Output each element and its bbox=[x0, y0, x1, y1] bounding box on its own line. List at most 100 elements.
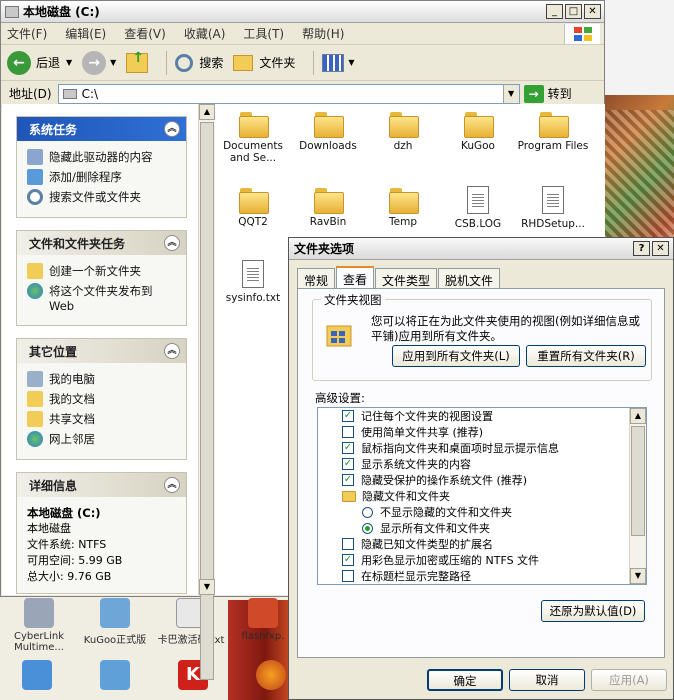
forward-button[interactable]: → ▼ bbox=[82, 50, 116, 75]
setting-color-ntfs[interactable]: ✓ 用彩色显示加密或压缩的 NTFS 文件 bbox=[318, 552, 646, 568]
collapse-icon[interactable]: ︽ bbox=[164, 121, 180, 137]
advanced-scrollbar[interactable]: ▲ ▼ bbox=[629, 408, 646, 584]
reset-all-folders-button[interactable]: 重置所有文件夹(R) bbox=[526, 345, 646, 367]
apply-to-all-folders-button[interactable]: 应用到所有文件夹(L) bbox=[392, 345, 520, 367]
hide-contents-icon bbox=[27, 149, 43, 165]
menu-view[interactable]: 查看(V) bbox=[124, 25, 166, 42]
back-button[interactable]: ← 后退 ▼ bbox=[7, 50, 72, 75]
address-input[interactable]: C:\ ▼ bbox=[57, 83, 520, 104]
file-tasks-panel: 文件和文件夹任务 ︽ 创建一个新文件夹 将这个文件夹发布到 Web bbox=[16, 230, 187, 326]
checkbox-checked-icon[interactable]: ✓ bbox=[342, 410, 354, 422]
network-places-link[interactable]: 网上邻居 bbox=[27, 431, 180, 447]
scroll-thumb[interactable] bbox=[200, 122, 214, 680]
file-item[interactable]: CSB.LOG bbox=[440, 180, 516, 230]
folder-icon bbox=[314, 188, 344, 214]
hide-drive-contents-link[interactable]: 隐藏此驱动器的内容 bbox=[27, 149, 180, 165]
collapse-icon[interactable]: ︽ bbox=[164, 343, 180, 359]
scroll-up-icon[interactable]: ▲ bbox=[630, 408, 646, 424]
scroll-thumb[interactable] bbox=[631, 426, 645, 536]
tab-view[interactable]: 查看 bbox=[336, 266, 375, 288]
other-places-header[interactable]: 其它位置 ︽ bbox=[17, 339, 186, 363]
radio-unselected-icon[interactable] bbox=[362, 506, 373, 518]
explorer-titlebar[interactable]: 本地磁盘 (C:) _ □ ✕ bbox=[1, 1, 604, 23]
search-files-link[interactable]: 搜索文件或文件夹 bbox=[27, 189, 180, 205]
checkbox-checked-icon[interactable]: ✓ bbox=[342, 474, 354, 486]
checkbox-unchecked-icon[interactable] bbox=[342, 538, 354, 550]
restore-defaults-button[interactable]: 还原为默认值(D) bbox=[541, 600, 645, 622]
setting-show-tooltips[interactable]: ✓ 鼠标指向文件夹和桌面项时显示提示信息 bbox=[318, 440, 646, 456]
file-item[interactable]: KuGoo bbox=[440, 104, 516, 152]
checkbox-checked-icon[interactable]: ✓ bbox=[342, 442, 354, 454]
scroll-down-icon[interactable]: ▼ bbox=[199, 579, 215, 595]
file-item[interactable]: sysinfo.txt bbox=[215, 254, 291, 304]
scroll-up-icon[interactable]: ▲ bbox=[199, 104, 215, 120]
my-computer-link[interactable]: 我的电脑 bbox=[27, 371, 180, 387]
collapse-icon[interactable]: ︽ bbox=[164, 477, 180, 493]
dialog-titlebar[interactable]: 文件夹选项 ? ✕ bbox=[289, 238, 673, 260]
file-item[interactable]: Temp bbox=[365, 180, 441, 228]
setting-simple-sharing[interactable]: 使用简单文件共享 (推荐) bbox=[318, 424, 646, 440]
music-icon[interactable] bbox=[22, 660, 52, 690]
network-icon bbox=[27, 431, 43, 447]
cancel-button[interactable]: 取消 bbox=[509, 669, 585, 691]
add-remove-programs-link[interactable]: 添加/删除程序 bbox=[27, 169, 180, 185]
tab-file-types[interactable]: 文件类型 bbox=[375, 268, 438, 288]
menu-help[interactable]: 帮助(H) bbox=[302, 25, 344, 42]
shared-folder-icon bbox=[27, 411, 43, 427]
setting-remember-view[interactable]: ✓ 记住每个文件夹的视图设置 bbox=[318, 408, 646, 424]
tab-offline-files[interactable]: 脱机文件 bbox=[438, 268, 501, 288]
file-item[interactable]: Documents and Se... bbox=[215, 104, 291, 164]
maximize-button[interactable]: □ bbox=[565, 4, 582, 19]
file-item[interactable]: Program Files bbox=[515, 104, 591, 152]
checkbox-checked-icon[interactable]: ✓ bbox=[342, 554, 354, 566]
file-tasks-header[interactable]: 文件和文件夹任务 ︽ bbox=[17, 231, 186, 255]
file-item[interactable]: RHDSetup... bbox=[515, 180, 591, 230]
menu-favorites[interactable]: 收藏(A) bbox=[184, 25, 226, 42]
setting-show-system-folder[interactable]: ✓ 显示系统文件夹的内容 bbox=[318, 456, 646, 472]
close-button[interactable]: ✕ bbox=[584, 4, 601, 19]
up-folder-button[interactable]: ↑ bbox=[126, 50, 149, 73]
scroll-down-icon[interactable]: ▼ bbox=[630, 568, 646, 584]
details-header[interactable]: 详细信息 ︽ bbox=[17, 473, 186, 497]
search-button[interactable]: 搜索 bbox=[175, 53, 223, 72]
file-item[interactable]: Downloads bbox=[290, 104, 366, 152]
file-item[interactable]: dzh bbox=[365, 104, 441, 152]
views-button[interactable]: ▼ bbox=[322, 53, 355, 72]
desktop-icon-cyberlink[interactable]: CyberLink Multime... bbox=[0, 598, 78, 653]
setting-do-not-show-hidden[interactable]: 不显示隐藏的文件和文件夹 bbox=[318, 504, 646, 520]
ok-button[interactable]: 确定 bbox=[427, 669, 503, 691]
task-pane-scrollbar[interactable]: ▲ ▼ bbox=[198, 104, 215, 680]
publish-web-link[interactable]: 将这个文件夹发布到 Web bbox=[27, 283, 180, 313]
dialog-close-button[interactable]: ✕ bbox=[652, 241, 669, 256]
help-button[interactable]: ? bbox=[633, 241, 650, 256]
my-documents-link[interactable]: 我的文档 bbox=[27, 391, 180, 407]
desktop-icon-kaba-txt[interactable]: 卡巴激活码.txt bbox=[152, 598, 230, 646]
collapse-icon[interactable]: ︽ bbox=[164, 235, 180, 251]
folder-icon bbox=[389, 112, 419, 138]
setting-hide-extensions[interactable]: 隐藏已知文件类型的扩展名 bbox=[318, 536, 646, 552]
firefox-icon[interactable] bbox=[256, 660, 286, 690]
menu-file[interactable]: 文件(F) bbox=[7, 25, 47, 42]
kugoo-shortcut-icon[interactable] bbox=[100, 660, 130, 690]
apply-button[interactable]: 应用(A) bbox=[591, 669, 667, 691]
setting-full-path-title[interactable]: 在标题栏显示完整路径 bbox=[318, 568, 646, 584]
checkbox-checked-icon[interactable]: ✓ bbox=[342, 458, 354, 470]
setting-hide-protected-files[interactable]: ✓ 隐藏受保护的操作系统文件 (推荐) bbox=[318, 472, 646, 488]
new-folder-link[interactable]: 创建一个新文件夹 bbox=[27, 263, 180, 279]
address-dropdown-icon[interactable]: ▼ bbox=[502, 84, 519, 103]
file-item[interactable]: RavBin bbox=[290, 180, 366, 228]
file-item[interactable]: QQT2 bbox=[215, 180, 291, 228]
system-tasks-header[interactable]: 系统任务 ︽ bbox=[17, 117, 186, 141]
radio-selected-icon[interactable] bbox=[362, 522, 373, 534]
go-button[interactable]: → 转到 bbox=[523, 84, 572, 103]
minimize-button[interactable]: _ bbox=[546, 4, 563, 19]
tab-general[interactable]: 常规 bbox=[297, 268, 336, 288]
menu-edit[interactable]: 编辑(E) bbox=[65, 25, 106, 42]
desktop-icon-kugoo[interactable]: KuGoo正式版 bbox=[76, 598, 154, 646]
folders-button[interactable]: 文件夹 bbox=[233, 54, 295, 71]
checkbox-unchecked-icon[interactable] bbox=[342, 570, 354, 582]
menu-tools[interactable]: 工具(T) bbox=[243, 25, 284, 42]
checkbox-unchecked-icon[interactable] bbox=[342, 426, 354, 438]
setting-show-hidden[interactable]: 显示所有文件和文件夹 bbox=[318, 520, 646, 536]
shared-documents-link[interactable]: 共享文档 bbox=[27, 411, 180, 427]
